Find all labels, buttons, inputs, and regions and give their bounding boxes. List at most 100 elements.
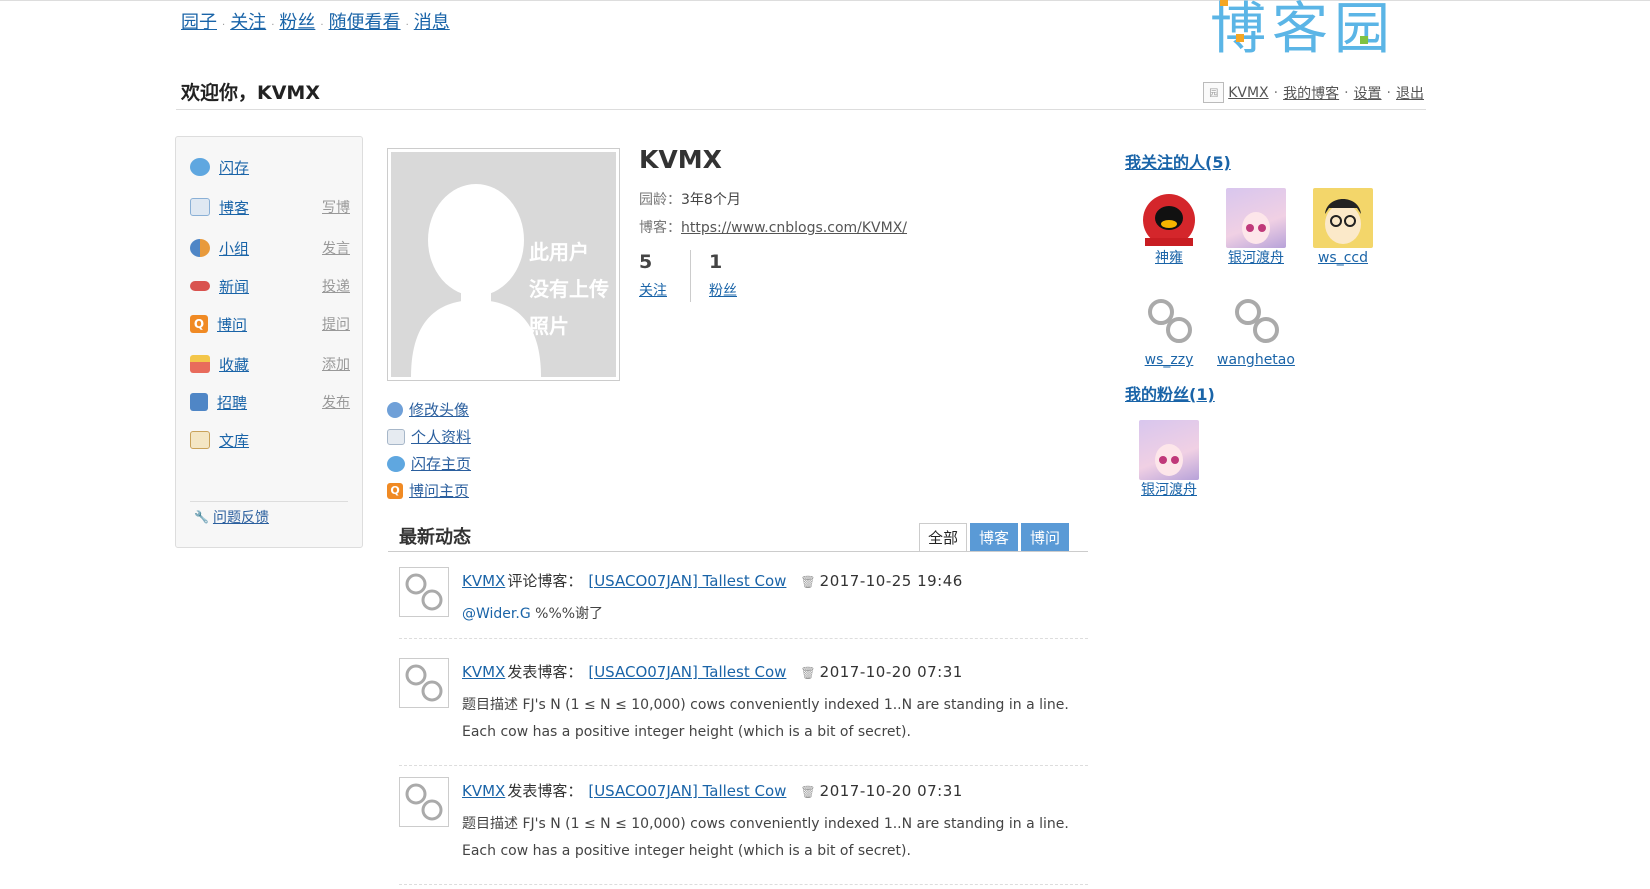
feedback-label[interactable]: 问题反馈 [213,507,269,527]
mini-avatar-icon[interactable]: 园 [1203,82,1225,103]
book-icon [190,431,210,449]
sidebar-item-jobs[interactable]: 招聘 发布 [190,390,350,414]
user-link-name[interactable]: KVMX [1228,85,1268,101]
edit-avatar-link[interactable]: 修改头像 [387,396,471,423]
trash-icon[interactable]: 🗑 [800,575,815,589]
entry-post-link[interactable]: [USACO07JAN] Tallest Cow [588,663,786,681]
sidebar-action-submit[interactable]: 投递 [322,276,350,296]
follower-name[interactable]: 银河渡舟 [1129,482,1209,498]
following-person[interactable]: ws_ccd [1303,188,1383,266]
user-menu: 园 KVMX · 我的博客 · 设置 · 退出 [1203,82,1424,103]
sidebar-item-favorites[interactable]: 收藏 添加 [190,352,350,376]
wrench-icon: 🔧 [194,510,209,524]
nav-yuanzi[interactable]: 园子 [181,12,217,33]
sidebar-item-flash[interactable]: 闪存 [190,155,350,179]
speech-bubble-icon [387,455,405,472]
user-link-settings[interactable]: 设置 [1354,83,1382,103]
sidebar-action-post[interactable]: 发言 [322,238,350,258]
cnblogs-logo[interactable]: 博客园 [1210,0,1425,56]
sidebar-item-news[interactable]: 新闻 投递 [190,274,350,298]
sidebar-action-write[interactable]: 写博 [322,197,350,217]
flash-home-label[interactable]: 闪存主页 [411,453,471,474]
sidebar-item-label[interactable]: 闪存 [219,157,249,178]
sidebar-item-ask[interactable]: Q 博问 提问 [190,312,350,336]
profile-links: 修改头像 个人资料 闪存主页 Q 博问主页 [387,396,471,504]
avatar[interactable] [1313,188,1373,248]
garden-age: 3年8个月 [681,192,741,208]
sidebar-item-label[interactable]: 文库 [219,430,249,451]
activity-tabs: 全部 博客 博问 [916,523,1070,552]
sidebar-action-add[interactable]: 添加 [322,354,350,374]
entry-time: 2017-10-20 07:31 [819,782,963,800]
following-title[interactable]: 我关注的人(5) [1125,149,1231,173]
sidebar-action-question[interactable]: 提问 [322,314,350,334]
flash-home-link[interactable]: 闪存主页 [387,450,471,477]
sidebar-item-label[interactable]: 博客 [219,197,249,218]
sidebar-item-blog[interactable]: 博客 写博 [190,195,350,219]
speech-bubble-icon [190,158,210,176]
followers-link[interactable]: 粉丝 [709,280,760,300]
user-link-myblog[interactable]: 我的博客 [1283,83,1339,103]
entry-user-link[interactable]: KVMX [462,782,505,800]
following-name[interactable]: ws_zzy [1129,352,1209,368]
following-name[interactable]: 银河渡舟 [1216,250,1296,266]
sidebar-item-label[interactable]: 小组 [219,238,249,259]
feedback-link[interactable]: 🔧 问题反馈 [194,507,269,527]
welcome-text: 欢迎你，KVMX [181,82,320,104]
profile-photo: 此用户 没有上传 照片 [387,148,620,381]
sidebar-item-library[interactable]: 文库 [190,428,350,452]
sidebar-item-label[interactable]: 收藏 [219,354,249,375]
user-link-logout[interactable]: 退出 [1396,83,1424,103]
profile-info-link[interactable]: 个人资料 [387,423,471,450]
activity-title: 最新动态 [399,527,471,548]
following-name[interactable]: ws_ccd [1303,250,1383,266]
edit-avatar-label[interactable]: 修改头像 [409,399,469,420]
sidebar-divider [190,501,348,502]
avatar[interactable] [1139,420,1199,480]
blog-url-link[interactable]: https://www.cnblogs.com/KVMX/ [681,220,907,236]
default-avatar-icon[interactable] [1226,290,1286,350]
following-name[interactable]: 神雍 [1129,250,1209,266]
tab-ask[interactable]: 博问 [1021,523,1070,552]
sidebar-item-label[interactable]: 招聘 [217,392,247,413]
trash-icon[interactable]: 🗑 [800,666,815,680]
entry-body: 题目描述 FJ's N (1 ≤ N ≤ 10,000) cows conven… [462,816,1069,859]
q-icon: Q [387,482,403,499]
nav-messages[interactable]: 消息 [414,12,450,33]
nav-fans[interactable]: 粉丝 [279,12,315,33]
sidebar-item-group[interactable]: 小组 发言 [190,236,350,260]
trash-icon[interactable]: 🗑 [800,785,815,799]
profile-name: KVMX [639,145,722,174]
following-person[interactable]: wanghetao [1207,290,1305,368]
nav-random[interactable]: 随便看看 [329,12,401,33]
follower-person[interactable]: 银河渡舟 [1129,420,1209,498]
gear-icon [387,401,403,418]
default-avatar-icon[interactable] [1139,290,1199,350]
sidebar-item-label[interactable]: 博问 [217,314,247,335]
avatar[interactable] [1226,188,1286,248]
entry-post-link[interactable]: [USACO07JAN] Tallest Cow [588,782,786,800]
default-avatar-icon[interactable] [399,567,449,617]
sidebar-item-label[interactable]: 新闻 [219,276,249,297]
entry-user-link[interactable]: KVMX [462,572,505,590]
nav-follow[interactable]: 关注 [230,12,266,33]
entry-mention-link[interactable]: @Wider.G [462,606,531,622]
profile-info-label[interactable]: 个人资料 [411,426,471,447]
following-person[interactable]: 银河渡舟 [1216,188,1296,266]
default-avatar-icon[interactable] [399,658,449,708]
avatar[interactable] [1139,188,1199,248]
following-link[interactable]: 关注 [639,280,690,300]
entry-post-link[interactable]: [USACO07JAN] Tallest Cow [588,572,786,590]
following-person[interactable]: ws_zzy [1129,290,1209,368]
entry-user-link[interactable]: KVMX [462,663,505,681]
tab-blog[interactable]: 博客 [970,523,1019,552]
profile-info: 园龄：3年8个月 博客：https://www.cnblogs.com/KVMX… [639,192,908,236]
ask-home-link[interactable]: Q 博问主页 [387,477,471,504]
default-avatar-icon[interactable] [399,777,449,827]
followers-title[interactable]: 我的粉丝(1) [1125,381,1215,405]
following-name[interactable]: wanghetao [1207,352,1305,368]
tab-all[interactable]: 全部 [919,523,968,552]
ask-home-label[interactable]: 博问主页 [409,480,469,501]
sidebar-action-publish[interactable]: 发布 [322,392,350,412]
following-person[interactable]: 神雍 [1129,188,1209,266]
